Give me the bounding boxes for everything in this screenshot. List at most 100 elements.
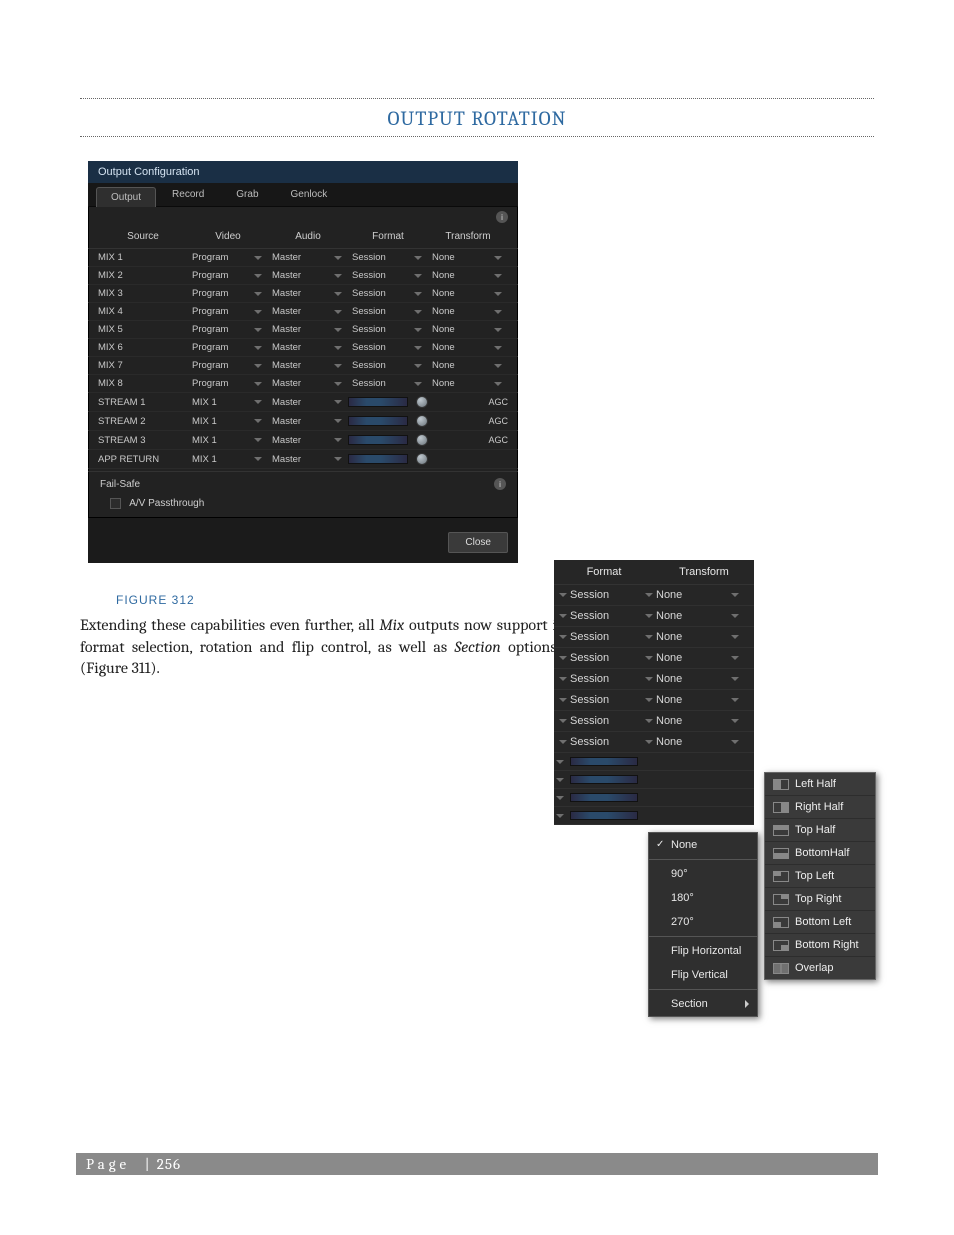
tab-record[interactable]: Record <box>156 183 220 206</box>
transform-select[interactable]: None <box>428 378 508 389</box>
chevron-down-icon <box>334 419 342 423</box>
video-select[interactable]: MIX 1 <box>188 416 268 427</box>
gain-knob[interactable] <box>416 396 428 408</box>
format-select[interactable]: Session <box>348 378 428 389</box>
close-button[interactable]: Close <box>448 532 508 553</box>
format-value[interactable]: Session <box>570 631 642 643</box>
chevron-down-icon <box>254 457 262 461</box>
transform-select[interactable]: None <box>428 288 508 299</box>
section-bottom-half[interactable]: BottomHalf <box>765 841 875 864</box>
info-icon[interactable]: i <box>494 478 506 490</box>
level-meter <box>570 757 638 766</box>
col-source: Source <box>98 231 188 242</box>
info-icon[interactable]: i <box>496 211 508 223</box>
gain-knob[interactable] <box>416 453 428 465</box>
audio-select[interactable]: Master <box>268 270 348 281</box>
section-overlap[interactable]: Overlap <box>765 956 875 979</box>
audio-select[interactable]: Master <box>268 252 348 263</box>
video-select[interactable]: Program <box>188 252 268 263</box>
audio-select[interactable]: Master <box>268 342 348 353</box>
audio-select[interactable]: Master <box>268 306 348 317</box>
transform-270[interactable]: 270° <box>649 910 757 934</box>
format-value[interactable]: Session <box>570 589 642 601</box>
section-top-right[interactable]: Top Right <box>765 887 875 910</box>
chevron-down-icon <box>645 677 653 681</box>
transform-value[interactable]: None <box>656 631 728 643</box>
video-select[interactable]: Program <box>188 378 268 389</box>
transform-flip-v[interactable]: Flip Vertical <box>649 963 757 987</box>
tab-output[interactable]: Output <box>96 187 156 207</box>
chevron-down-icon <box>731 719 739 723</box>
audio-select[interactable]: Master <box>268 288 348 299</box>
format-select[interactable]: Session <box>348 360 428 371</box>
transform-value[interactable]: None <box>656 589 728 601</box>
format-select[interactable]: Session <box>348 324 428 335</box>
mix-src: MIX 2 <box>98 270 188 281</box>
audio-select[interactable]: Master <box>268 378 348 389</box>
format-value[interactable]: Session <box>570 610 642 622</box>
transform-value[interactable]: None <box>656 610 728 622</box>
video-select[interactable]: Program <box>188 270 268 281</box>
video-select[interactable]: Program <box>188 324 268 335</box>
transform-value[interactable]: None <box>656 715 728 727</box>
transform-section-sub[interactable]: Section <box>649 992 757 1016</box>
av-passthrough-row: A/V Passthrough <box>88 492 518 517</box>
section-bottom-right[interactable]: Bottom Right <box>765 933 875 956</box>
app-return-video[interactable]: MIX 1 <box>188 454 268 465</box>
format-select[interactable]: Session <box>348 306 428 317</box>
tab-genlock[interactable]: Genlock <box>275 183 344 206</box>
format-value[interactable]: Session <box>570 715 642 727</box>
transform-value[interactable]: None <box>656 694 728 706</box>
video-select[interactable]: MIX 1 <box>188 397 268 408</box>
transform-value[interactable]: None <box>656 673 728 685</box>
format-transform-row: Session None <box>554 606 754 627</box>
audio-select[interactable]: Master <box>268 360 348 371</box>
transform-flip-h[interactable]: Flip Horizontal <box>649 939 757 963</box>
col-format: Format <box>554 566 654 578</box>
audio-select[interactable]: Master <box>268 435 348 446</box>
chevron-down-icon <box>334 382 342 386</box>
transform-90[interactable]: 90° <box>649 862 757 886</box>
chevron-down-icon <box>731 698 739 702</box>
video-select[interactable]: Program <box>188 360 268 371</box>
gain-knob[interactable] <box>416 415 428 427</box>
video-select[interactable]: Program <box>188 306 268 317</box>
format-value[interactable]: Session <box>570 673 642 685</box>
transform-select[interactable]: None <box>428 360 508 371</box>
app-return-audio[interactable]: Master <box>268 454 348 465</box>
chevron-down-icon <box>414 382 422 386</box>
tab-grab[interactable]: Grab <box>220 183 274 206</box>
transform-value[interactable]: None <box>656 736 728 748</box>
format-value[interactable]: Session <box>570 652 642 664</box>
format-value[interactable]: Session <box>570 694 642 706</box>
transform-none[interactable]: ✓None <box>649 833 757 857</box>
transform-value[interactable]: None <box>656 652 728 664</box>
audio-select[interactable]: Master <box>268 416 348 427</box>
video-select[interactable]: Program <box>188 288 268 299</box>
format-select[interactable]: Session <box>348 342 428 353</box>
transform-select[interactable]: None <box>428 252 508 263</box>
transform-select[interactable]: None <box>428 270 508 281</box>
format-select[interactable]: Session <box>348 270 428 281</box>
section-top-left[interactable]: Top Left <box>765 864 875 887</box>
chevron-down-icon <box>254 400 262 404</box>
transform-180[interactable]: 180° <box>649 886 757 910</box>
agc-label: AGC <box>488 397 508 407</box>
transform-select[interactable]: None <box>428 342 508 353</box>
av-passthrough-checkbox[interactable] <box>110 498 121 509</box>
format-select[interactable]: Session <box>348 288 428 299</box>
transform-select[interactable]: None <box>428 306 508 317</box>
section-bottom-left[interactable]: Bottom Left <box>765 910 875 933</box>
chevron-down-icon <box>414 328 422 332</box>
audio-select[interactable]: Master <box>268 397 348 408</box>
format-value[interactable]: Session <box>570 736 642 748</box>
transform-select[interactable]: None <box>428 324 508 335</box>
gain-knob[interactable] <box>416 434 428 446</box>
video-select[interactable]: MIX 1 <box>188 435 268 446</box>
video-select[interactable]: Program <box>188 342 268 353</box>
audio-select[interactable]: Master <box>268 324 348 335</box>
section-left-half[interactable]: Left Half <box>765 773 875 795</box>
section-top-half[interactable]: Top Half <box>765 818 875 841</box>
format-select[interactable]: Session <box>348 252 428 263</box>
section-right-half[interactable]: Right Half <box>765 795 875 818</box>
